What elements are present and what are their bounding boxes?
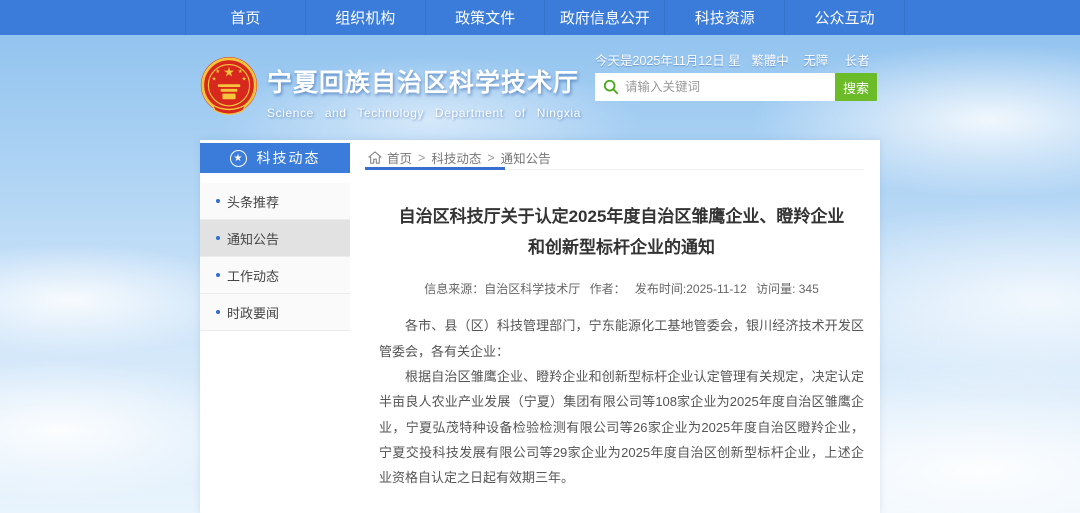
search-button[interactable]: 搜索 xyxy=(835,73,877,101)
breadcrumb-home[interactable]: 首页 xyxy=(387,148,412,167)
breadcrumb-notices[interactable]: 通知公告 xyxy=(501,148,551,167)
breadcrumb-separator: > xyxy=(418,151,425,165)
bullet-dot-icon xyxy=(216,273,220,277)
home-icon xyxy=(368,151,382,164)
article-body: 各市、县（区）科技管理部门，宁东能源化工基地管委会，银川经济技术开发区管委会，各… xyxy=(379,313,864,490)
search-icon xyxy=(603,79,619,95)
meta-source: 信息来源：自治区科学技术厅 xyxy=(424,282,580,296)
nav-item-public-interaction[interactable]: 公众互动 xyxy=(785,0,905,35)
header-right-area: 今天是2025年11月12日 星期三 繁體中文 无障碍 长者版 搜索 xyxy=(595,50,877,88)
national-emblem-icon: ★ ★ ★ ★ ★ xyxy=(199,56,259,118)
sidebar-item-work-updates[interactable]: 工作动态 xyxy=(200,257,350,294)
sidebar-item-label: 时政要闻 xyxy=(227,303,279,322)
site-masthead: 宁夏回族自治区科学技术厅 Science and Technology Depa… xyxy=(267,63,581,120)
sidebar-item-headlines[interactable]: 头条推荐 xyxy=(200,183,350,220)
meta-author: 作者： xyxy=(590,282,626,296)
sidebar-item-label: 通知公告 xyxy=(227,229,279,248)
sidebar-menu: 头条推荐 通知公告 工作动态 时政要闻 xyxy=(200,183,350,331)
sidebar: ★ 科技动态 头条推荐 通知公告 工作动态 时政要闻 xyxy=(200,143,350,331)
breadcrumb-separator: > xyxy=(487,151,494,165)
bullet-dot-icon xyxy=(216,310,220,314)
site-title: 宁夏回族自治区科学技术厅 xyxy=(267,63,581,99)
nav-item-gov-info-disclosure[interactable]: 政府信息公开 xyxy=(545,0,665,35)
sidebar-item-current-affairs[interactable]: 时政要闻 xyxy=(200,294,350,331)
breadcrumb-sci-tech-news[interactable]: 科技动态 xyxy=(431,148,481,167)
nav-item-organization[interactable]: 组织机构 xyxy=(306,0,426,35)
sidebar-item-notices[interactable]: 通知公告 xyxy=(200,220,350,257)
svg-text:★: ★ xyxy=(223,65,235,80)
bullet-dot-icon xyxy=(216,236,220,240)
svg-text:★: ★ xyxy=(211,75,216,82)
article-paragraph: 各市、县（区）科技管理部门，宁东能源化工基地管委会，银川经济技术开发区管委会，各… xyxy=(379,313,864,364)
top-navigation-bar: 首页 组织机构 政策文件 政府信息公开 科技资源 公众互动 xyxy=(0,0,1080,35)
national-emblem-logo: ★ ★ ★ ★ ★ xyxy=(199,56,259,118)
article-title-line2: 和创新型标杆企业的通知 xyxy=(379,233,864,264)
search-input[interactable] xyxy=(595,73,835,101)
nav-item-sci-tech-resources[interactable]: 科技资源 xyxy=(665,0,785,35)
main-content-panel: ★ 科技动态 头条推荐 通知公告 工作动态 时政要闻 xyxy=(200,140,880,513)
sidebar-header: ★ 科技动态 xyxy=(200,143,350,173)
breadcrumb: 首页 > 科技动态 > 通知公告 xyxy=(368,148,551,167)
article-meta: 信息来源：自治区科学技术厅 作者： 发布时间:2025-11-12 访问量: 3… xyxy=(379,280,864,297)
article: 自治区科技厅关于认定2025年度自治区雏鹰企业、瞪羚企业 和创新型标杆企业的通知… xyxy=(379,170,864,513)
site-subtitle: Science and Technology Department of Nin… xyxy=(267,106,581,120)
article-title-line1: 自治区科技厅关于认定2025年度自治区雏鹰企业、瞪羚企业 xyxy=(379,202,864,233)
top-navigation-items: 首页 组织机构 政策文件 政府信息公开 科技资源 公众互动 xyxy=(185,0,905,35)
article-content-area: 首页 > 科技动态 > 通知公告 自治区科技厅关于认定2025年度自治区雏鹰企业… xyxy=(365,140,880,513)
article-title: 自治区科技厅关于认定2025年度自治区雏鹰企业、瞪羚企业 和创新型标杆企业的通知 xyxy=(379,202,864,263)
nav-item-home[interactable]: 首页 xyxy=(185,0,306,35)
svg-text:★: ★ xyxy=(241,75,246,82)
meta-publish-time: 发布时间:2025-11-12 xyxy=(635,282,747,296)
sidebar-item-label: 工作动态 xyxy=(227,266,279,285)
star-circle-icon: ★ xyxy=(230,150,247,167)
meta-views: 访问量: 345 xyxy=(756,282,819,296)
svg-text:★: ★ xyxy=(215,68,220,75)
bullet-dot-icon xyxy=(216,199,220,203)
article-paragraph: 根据自治区雏鹰企业、瞪羚企业和创新型标杆企业认定管理有关规定，决定认定半亩良人农… xyxy=(379,364,864,491)
sidebar-title: 科技动态 xyxy=(257,148,321,168)
sidebar-item-label: 头条推荐 xyxy=(227,192,279,211)
search-bar: 搜索 xyxy=(595,73,877,101)
search-input-wrap xyxy=(595,73,835,101)
nav-item-policy-documents[interactable]: 政策文件 xyxy=(426,0,546,35)
svg-text:★: ★ xyxy=(238,68,243,75)
